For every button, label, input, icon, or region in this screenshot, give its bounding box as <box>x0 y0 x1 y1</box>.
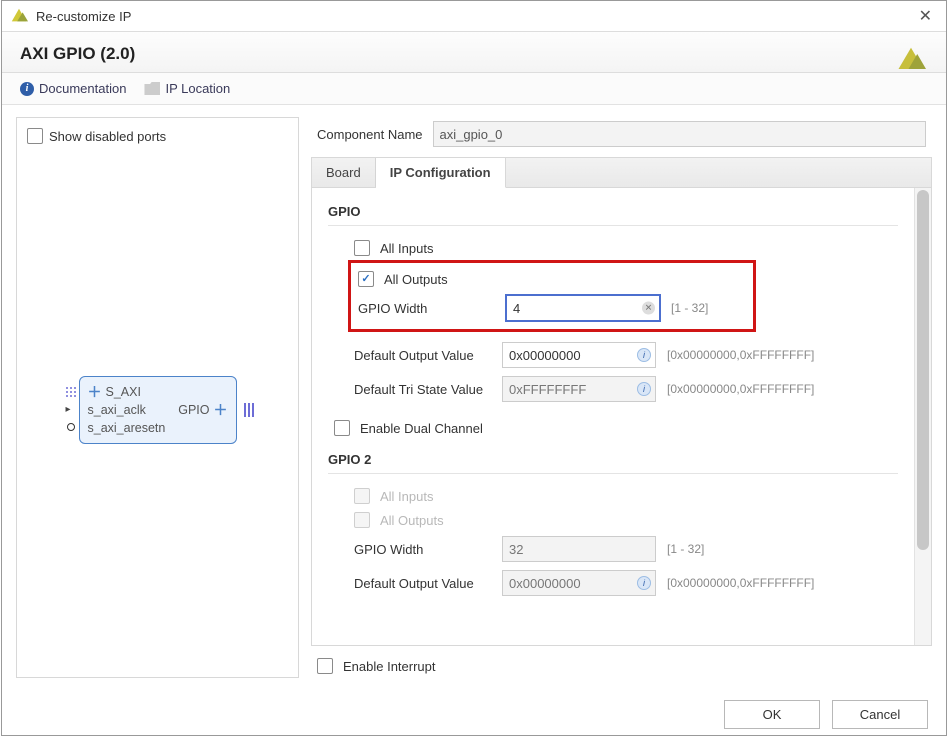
gpio2-all-outputs-label: All Outputs <box>380 513 444 528</box>
block-preview-panel: Show disabled ports ＋ S_AXI <box>16 117 299 678</box>
gpio-default-output-input[interactable] <box>502 342 656 368</box>
tabstrip: Board IP Configuration <box>312 158 931 188</box>
config-panel: Component Name Board IP Configuration GP… <box>311 117 932 678</box>
ip-block: ＋ S_AXI ▸ s_axi_aclk GPIO ＋ <box>79 376 237 444</box>
gpio-default-tri-label: Default Tri State Value <box>354 382 492 397</box>
port-gpio: GPIO <box>178 403 209 417</box>
documentation-label: Documentation <box>39 81 126 96</box>
info-icon: i <box>637 576 651 590</box>
gpio-all-inputs-label: All Inputs <box>380 241 433 256</box>
documentation-link[interactable]: i Documentation <box>20 81 126 96</box>
vertical-scrollbar[interactable] <box>914 188 931 645</box>
show-disabled-ports-checkbox[interactable] <box>27 128 43 144</box>
ip-location-link[interactable]: IP Location <box>144 81 230 96</box>
gpio-default-tri-input[interactable] <box>502 376 656 402</box>
tab-scroll-area: GPIO All Inputs All Outputs <box>312 188 914 645</box>
enable-dual-channel-checkbox[interactable] <box>334 420 350 436</box>
gpio-all-outputs-label: All Outputs <box>384 272 448 287</box>
folder-icon <box>144 82 160 95</box>
gpio2-default-output-label: Default Output Value <box>354 576 492 591</box>
gpio2-default-output-input <box>502 570 656 596</box>
gpio-all-outputs-checkbox[interactable] <box>358 271 374 287</box>
recustomize-ip-dialog: Re-customize IP ✕ AXI GPIO (2.0) i Docum… <box>1 0 947 736</box>
component-name-row: Component Name <box>311 117 932 157</box>
section-gpio-header: GPIO <box>328 204 898 219</box>
gpio2-width-label: GPIO Width <box>354 542 492 557</box>
info-icon: i <box>20 82 34 96</box>
gpio-width-range: [1 - 32] <box>671 301 708 315</box>
dialog-body: Show disabled ports ＋ S_AXI <box>2 105 946 690</box>
tab-ip-configuration[interactable]: IP Configuration <box>376 158 506 188</box>
port-aresetn: s_axi_aresetn <box>88 421 166 435</box>
dialog-buttons: OK Cancel <box>2 690 946 735</box>
gpio-all-inputs-checkbox[interactable] <box>354 240 370 256</box>
gpio-width-input[interactable] <box>506 295 660 321</box>
gpio2-all-inputs-checkbox <box>354 488 370 504</box>
gpio2-width-range: [1 - 32] <box>667 542 704 556</box>
vivado-logo-icon <box>10 7 28 25</box>
section-gpio2-header: GPIO 2 <box>328 452 898 467</box>
link-bar: i Documentation IP Location <box>2 73 946 105</box>
cancel-button[interactable]: Cancel <box>832 700 928 729</box>
gpio2-all-inputs-label: All Inputs <box>380 489 433 504</box>
info-icon: i <box>637 348 651 362</box>
gpio-default-tri-range: [0x00000000,0xFFFFFFFF] <box>667 382 814 396</box>
tab-body: GPIO All Inputs All Outputs <box>312 188 931 645</box>
port-aclk: s_axi_aclk <box>88 403 146 417</box>
enable-interrupt-label: Enable Interrupt <box>343 659 436 674</box>
gpio2-width-input <box>502 536 656 562</box>
close-button[interactable]: ✕ <box>913 4 938 28</box>
product-title: AXI GPIO (2.0) <box>20 44 928 64</box>
enable-interrupt-checkbox[interactable] <box>317 658 333 674</box>
gpio2-all-outputs-checkbox <box>354 512 370 528</box>
config-tabs: Board IP Configuration GPIO All Inputs <box>311 157 932 646</box>
port-s-axi: S_AXI <box>106 385 141 399</box>
component-name-label: Component Name <box>317 127 423 142</box>
enable-dual-channel-label: Enable Dual Channel <box>360 421 483 436</box>
gpio-default-output-label: Default Output Value <box>354 348 492 363</box>
vivado-logo-large-icon <box>896 44 926 77</box>
ip-block-preview: ＋ S_AXI ▸ s_axi_aclk GPIO ＋ <box>25 148 290 671</box>
gpio-width-label: GPIO Width <box>358 301 496 316</box>
scrollbar-thumb[interactable] <box>917 190 929 550</box>
ip-location-label: IP Location <box>165 81 230 96</box>
clear-input-icon[interactable]: ✕ <box>642 302 655 315</box>
product-header: AXI GPIO (2.0) <box>2 31 946 73</box>
show-disabled-ports-label: Show disabled ports <box>49 129 166 144</box>
tab-board[interactable]: Board <box>312 158 376 187</box>
expand-gpio-icon[interactable]: ＋ <box>214 400 228 420</box>
gpio2-default-output-range: [0x00000000,0xFFFFFFFF] <box>667 576 814 590</box>
expand-port-icon[interactable]: ＋ <box>88 382 102 402</box>
ok-button[interactable]: OK <box>724 700 820 729</box>
component-name-input[interactable] <box>433 121 927 147</box>
highlighted-region: All Outputs GPIO Width ✕ [1 - 32] <box>348 260 756 332</box>
gpio-default-output-range: [0x00000000,0xFFFFFFFF] <box>667 348 814 362</box>
info-icon: i <box>637 382 651 396</box>
window-title: Re-customize IP <box>36 9 905 24</box>
titlebar: Re-customize IP ✕ <box>2 1 946 31</box>
